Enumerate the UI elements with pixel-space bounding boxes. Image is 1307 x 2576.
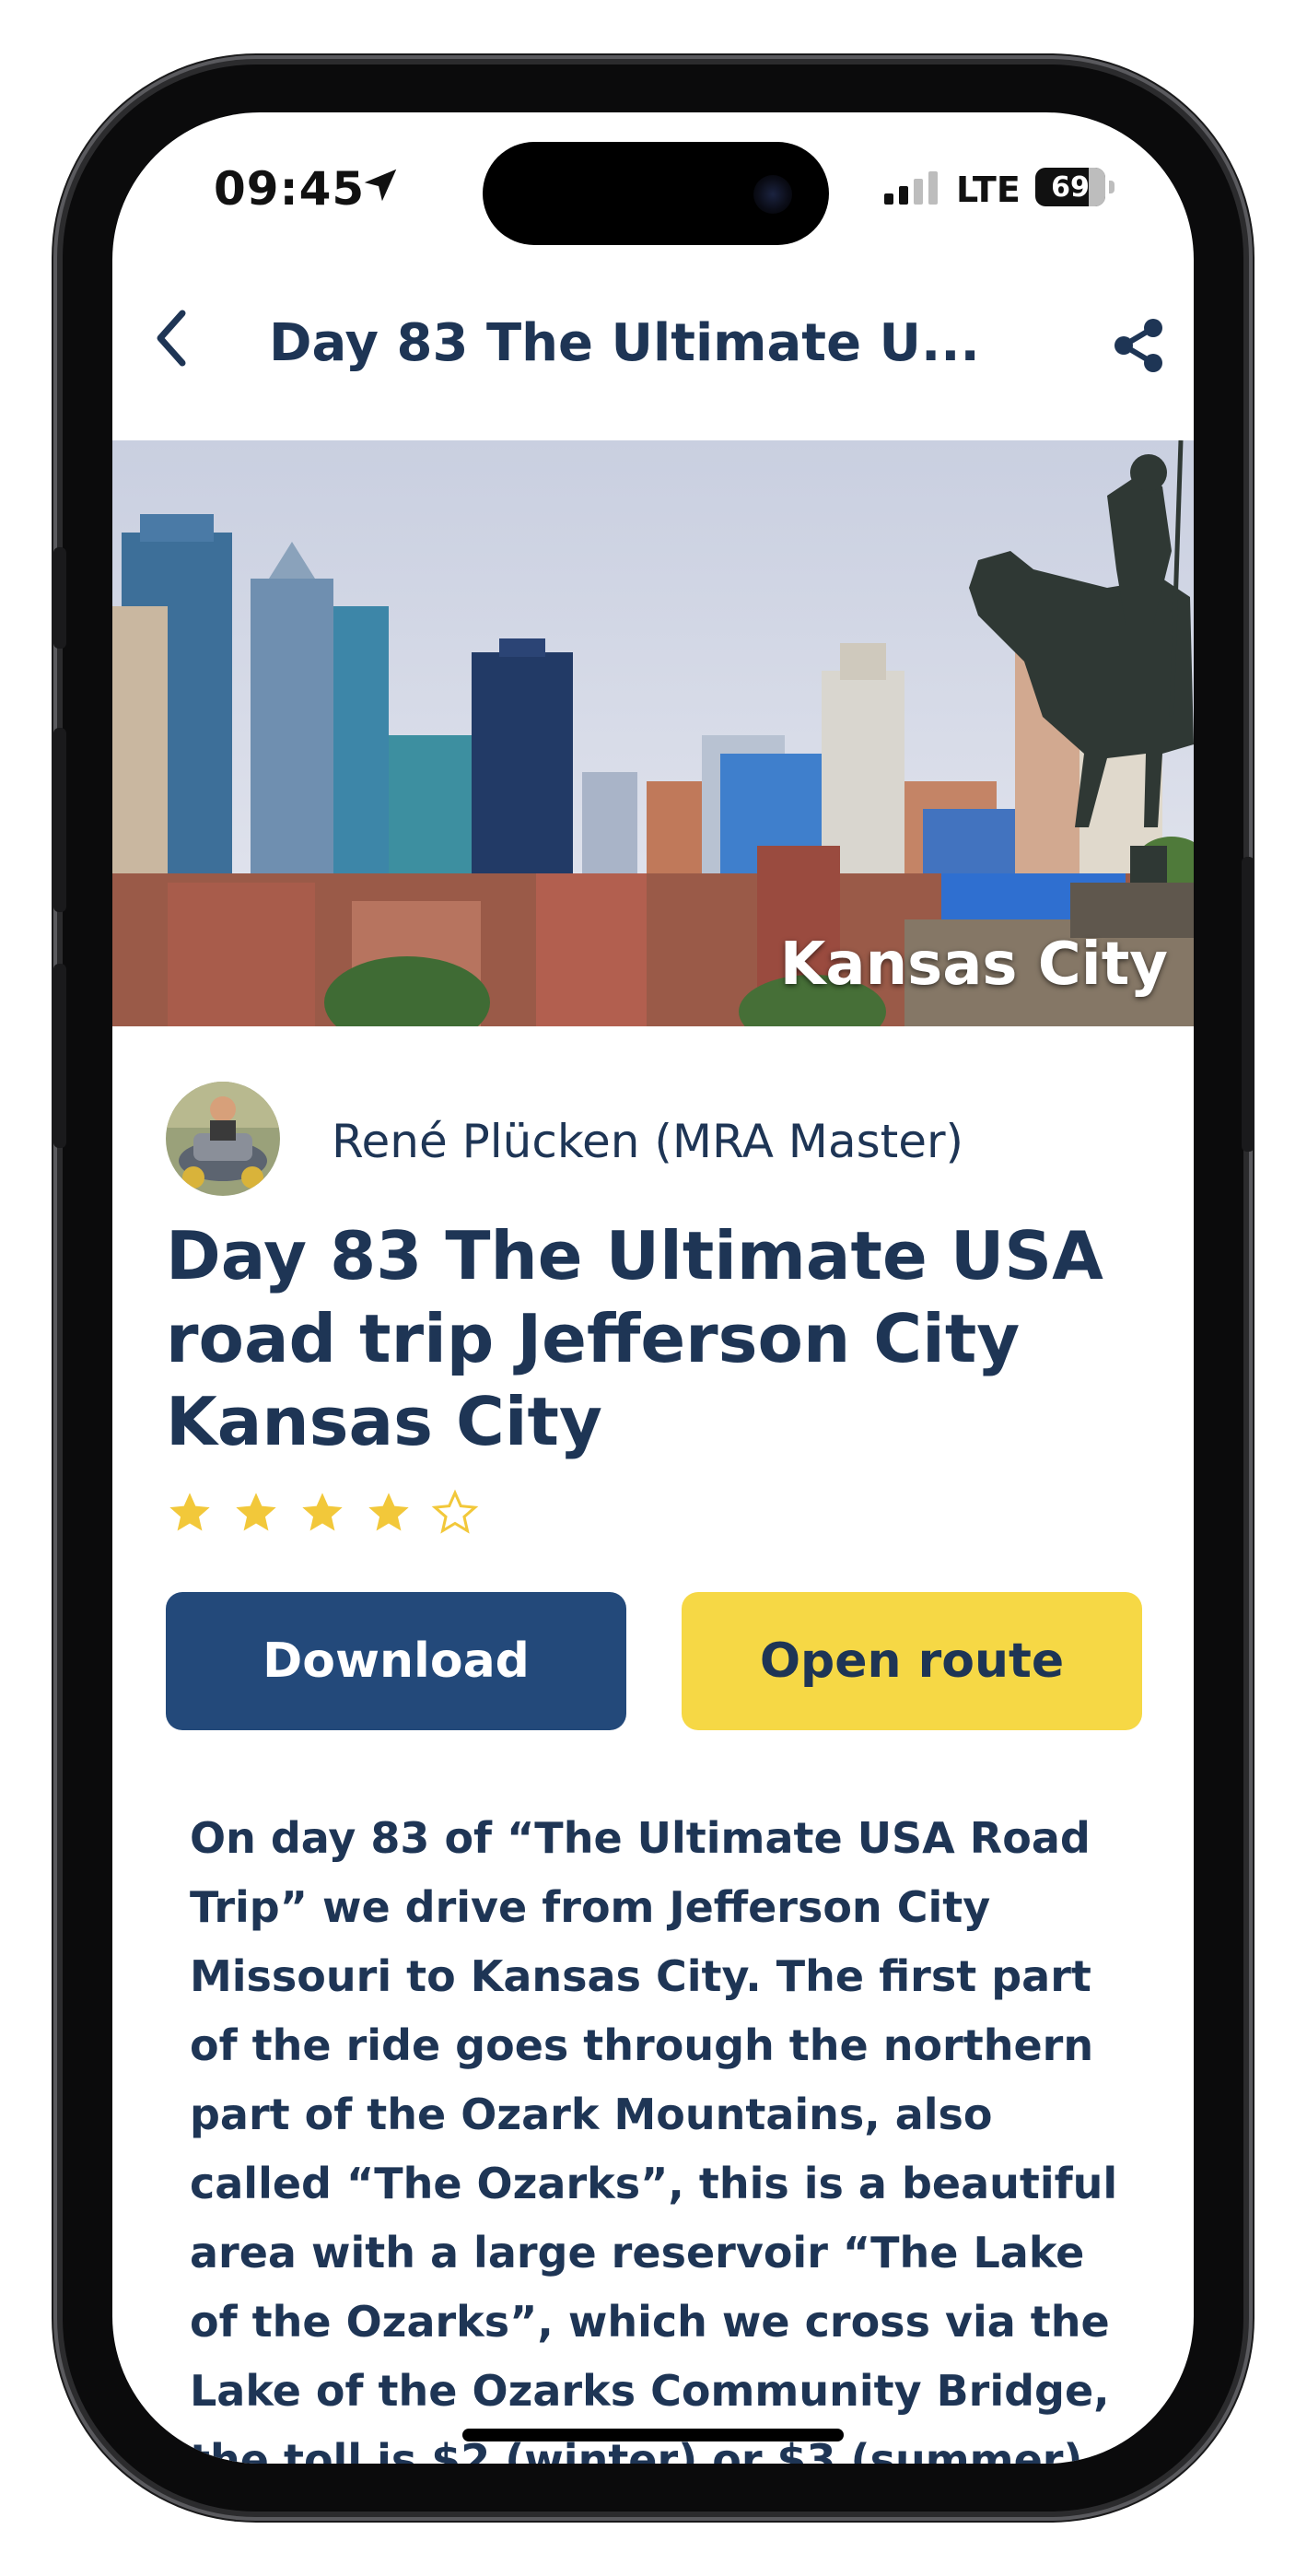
- volume-down-button: [53, 964, 66, 1148]
- hero-caption: Kansas City: [779, 931, 1168, 999]
- home-indicator[interactable]: [462, 2429, 844, 2441]
- nav-title: Day 83 The Ultimate U...: [269, 313, 980, 373]
- volume-up-button: [53, 728, 66, 912]
- download-button[interactable]: Download: [166, 1592, 626, 1730]
- star-filled-icon: [368, 1493, 409, 1531]
- route-description: On day 83 of “The Ultimate USA Road Trip…: [190, 1813, 1118, 2464]
- location-arrow-icon: [364, 169, 397, 202]
- avatar-image: [166, 1082, 280, 1196]
- network-type: LTE: [956, 170, 1021, 210]
- share-icon[interactable]: [1111, 317, 1166, 374]
- camera-icon: [753, 175, 792, 214]
- author-name[interactable]: René Plücken (MRA Master): [332, 1115, 963, 1168]
- star-empty-icon: [431, 1489, 479, 1534]
- hero-image: Kansas City: [112, 440, 1194, 1026]
- star-filled-icon: [236, 1493, 276, 1531]
- action-button: [53, 547, 66, 649]
- screen: 09:45 LTE 69 Day 83 The Ultimate U... Ka…: [112, 112, 1194, 2464]
- chevron-left-icon[interactable]: [149, 306, 195, 370]
- star-filled-icon: [302, 1493, 343, 1531]
- battery-icon: 69: [1035, 168, 1114, 206]
- open-route-button[interactable]: Open route: [682, 1592, 1142, 1730]
- route-title: Day 83 The Ultimate USA road trip Jeffer…: [166, 1217, 1103, 1460]
- signal-icon: [884, 171, 938, 205]
- power-button: [1242, 857, 1254, 1152]
- star-rating: [166, 1489, 479, 1537]
- battery-level: 69: [1051, 170, 1090, 204]
- star-filled-icon: [169, 1493, 210, 1531]
- status-time: 09:45: [214, 162, 366, 216]
- avatar[interactable]: [166, 1082, 280, 1196]
